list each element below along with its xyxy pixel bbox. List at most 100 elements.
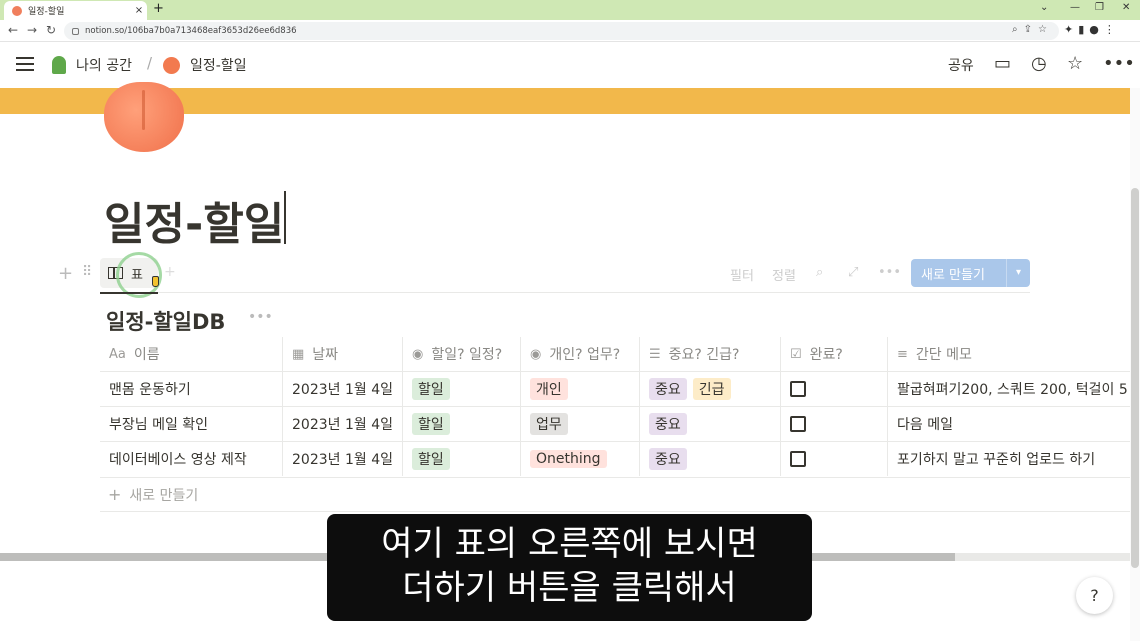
add-view-icon[interactable]: + bbox=[164, 264, 176, 280]
cell-type[interactable]: 할일 bbox=[403, 407, 521, 441]
address-bar-row: ← → ↻ notion.so/106ba7b0a713468eaf3653d2… bbox=[0, 20, 1140, 42]
add-row-button[interactable]: + 새로 만들기 bbox=[100, 477, 1130, 511]
tag-work: 업무 bbox=[530, 413, 568, 435]
close-window-button[interactable]: ✕ bbox=[1122, 2, 1130, 13]
omnibox-action-icons[interactable]: ⌕⇪☆ bbox=[1012, 24, 1053, 35]
cell-type[interactable]: 할일 bbox=[403, 442, 521, 476]
extension-icons[interactable]: ✦▮●⋮ bbox=[1064, 23, 1120, 36]
browser-tab[interactable]: 일정-할일 × bbox=[4, 1, 147, 20]
new-record-button[interactable]: 새로 만들기 ▾ bbox=[911, 259, 1030, 287]
breadcrumb-workspace[interactable]: 나의 공간 bbox=[52, 55, 132, 75]
cell-memo[interactable]: 팔굽혀펴기200, 스쿼트 200, 턱걸이 5 bbox=[888, 372, 1130, 406]
cell-date[interactable]: 2023년 1월 4일 bbox=[283, 407, 403, 441]
tag-urgent: 긴급 bbox=[692, 378, 731, 400]
cell-category[interactable]: 업무 bbox=[521, 407, 640, 441]
calendar-icon: ▦ bbox=[292, 346, 305, 362]
reload-button[interactable]: ↻ bbox=[46, 23, 56, 37]
url-field[interactable]: notion.so/106ba7b0a713468eaf3653d26ee6d8… bbox=[64, 22, 1059, 40]
cell-type[interactable]: 할일 bbox=[403, 372, 521, 406]
star-icon[interactable]: ☆ bbox=[1067, 53, 1083, 74]
add-row-label: 새로 만들기 bbox=[129, 487, 199, 504]
help-button[interactable]: ? bbox=[1076, 577, 1113, 614]
column-header-category[interactable]: ◉ 개인? 업무? bbox=[521, 337, 640, 371]
checkbox-icon: ☑ bbox=[790, 346, 802, 362]
breadcrumb-page-label: 일정-할일 bbox=[190, 58, 247, 74]
cell-memo[interactable]: 다음 메일 bbox=[888, 407, 1130, 441]
subtitle-line-1: 여기 표의 오른쪽에 보시면 bbox=[381, 524, 758, 564]
cell-category[interactable]: 개인 bbox=[521, 372, 640, 406]
column-header-memo[interactable]: ≡ 간단 메모 bbox=[888, 337, 1130, 371]
expand-icon[interactable]: ⤢ bbox=[848, 265, 858, 280]
cell-done[interactable] bbox=[781, 407, 888, 441]
minimize-button[interactable]: — bbox=[1070, 2, 1080, 13]
menu-icon[interactable] bbox=[16, 57, 34, 71]
tag-important: 중요 bbox=[649, 448, 687, 470]
restore-button[interactable]: ❐ bbox=[1095, 2, 1104, 13]
cell-name[interactable]: 맨몸 운동하기 bbox=[100, 372, 283, 406]
plus-icon: + bbox=[108, 485, 122, 504]
tab-search-icon[interactable]: ⌄ bbox=[1040, 2, 1048, 13]
share-button[interactable]: 공유 bbox=[948, 55, 974, 75]
cell-category[interactable]: Onething bbox=[521, 442, 640, 476]
table-bottom-border bbox=[100, 511, 1130, 512]
cell-date[interactable]: 2023년 1월 4일 bbox=[283, 372, 403, 406]
cell-memo[interactable]: 포기하지 말고 꾸준히 업로드 하기 bbox=[888, 442, 1130, 476]
breadcrumb-separator: / bbox=[147, 54, 153, 72]
add-block-icon[interactable]: + bbox=[58, 263, 73, 284]
cell-date[interactable]: 2023년 1월 4일 bbox=[283, 442, 403, 476]
browser-tab-strip: 일정-할일 × + ⌄ — ❐ ✕ bbox=[0, 0, 1140, 20]
column-header-name[interactable]: Aa 이름 bbox=[100, 337, 283, 371]
search-icon[interactable]: ⌕ bbox=[816, 265, 823, 280]
cell-done[interactable] bbox=[781, 372, 888, 406]
page-peach-icon[interactable] bbox=[104, 82, 184, 152]
cell-name[interactable]: 부장님 메일 확인 bbox=[100, 407, 283, 441]
notion-topbar: 나의 공간 / 일정-할일 공유 ▭ ◷ ☆ ••• bbox=[0, 42, 1140, 88]
lock-icon bbox=[72, 27, 79, 35]
chevron-down-icon[interactable]: ▾ bbox=[1006, 259, 1030, 287]
table-row[interactable]: 부장님 메일 확인 2023년 1월 4일 할일 업무 중요 다음 메일 bbox=[100, 406, 1130, 441]
select-icon: ◉ bbox=[412, 346, 424, 362]
history-icon[interactable]: ◷ bbox=[1031, 53, 1047, 74]
cell-priority[interactable]: 중요 bbox=[640, 407, 781, 441]
database-more-icon[interactable]: ••• bbox=[248, 309, 273, 325]
sort-button[interactable]: 정렬 bbox=[772, 265, 796, 284]
done-checkbox[interactable] bbox=[790, 451, 806, 467]
cell-priority[interactable]: 중요 bbox=[640, 442, 781, 476]
table-row[interactable]: 데이터베이스 영상 제작 2023년 1월 4일 할일 Onething 중요 … bbox=[100, 441, 1130, 476]
column-header-label: 간단 메모 bbox=[915, 347, 972, 363]
breadcrumb-page[interactable]: 일정-할일 bbox=[163, 55, 247, 75]
cell-done[interactable] bbox=[781, 442, 888, 476]
tab-close-icon[interactable]: × bbox=[131, 5, 147, 16]
cell-name[interactable]: 데이터베이스 영상 제작 bbox=[100, 442, 283, 476]
page-title[interactable]: 일정-할일 bbox=[104, 188, 284, 252]
column-header-label: 개인? 업무? bbox=[549, 347, 621, 363]
tag-personal: 개인 bbox=[530, 378, 568, 400]
column-header-done[interactable]: ☑ 완료? bbox=[781, 337, 888, 371]
done-checkbox[interactable] bbox=[790, 381, 806, 397]
back-button[interactable]: ← bbox=[8, 23, 18, 37]
column-header-date[interactable]: ▦ 날짜 bbox=[283, 337, 403, 371]
new-tab-button[interactable]: + bbox=[153, 1, 164, 16]
filter-button[interactable]: 필터 bbox=[730, 265, 754, 284]
column-header-label: 완료? bbox=[809, 347, 843, 363]
vertical-scrollbar[interactable] bbox=[1130, 88, 1140, 641]
column-header-type[interactable]: ◉ 할일? 일정? bbox=[403, 337, 521, 371]
peach-icon bbox=[163, 56, 180, 74]
select-icon: ◉ bbox=[530, 346, 542, 362]
vertical-scroll-thumb[interactable] bbox=[1131, 188, 1139, 568]
cell-priority[interactable]: 중요 긴급 bbox=[640, 372, 781, 406]
database-title[interactable]: 일정-할일DB bbox=[106, 306, 225, 336]
table-row[interactable]: 맨몸 운동하기 2023년 1월 4일 할일 개인 중요 긴급 팔굽혀펴기200… bbox=[100, 371, 1130, 406]
column-header-priority[interactable]: ☰ 중요? 긴급? bbox=[640, 337, 781, 371]
forward-button[interactable]: → bbox=[27, 23, 37, 37]
more-icon[interactable]: ••• bbox=[1103, 53, 1135, 74]
text-lines-icon: ≡ bbox=[897, 346, 908, 362]
tag-todo: 할일 bbox=[412, 378, 450, 400]
done-checkbox[interactable] bbox=[790, 416, 806, 432]
view-more-icon[interactable]: ••• bbox=[878, 265, 901, 280]
comment-icon[interactable]: ▭ bbox=[994, 53, 1011, 74]
video-subtitle: 여기 표의 오른쪽에 보시면 더하기 버튼을 클릭해서 bbox=[327, 514, 812, 621]
drag-handle-icon[interactable]: ⠿ bbox=[82, 264, 92, 280]
column-header-label: 날짜 bbox=[312, 347, 339, 363]
view-divider bbox=[100, 292, 1030, 293]
